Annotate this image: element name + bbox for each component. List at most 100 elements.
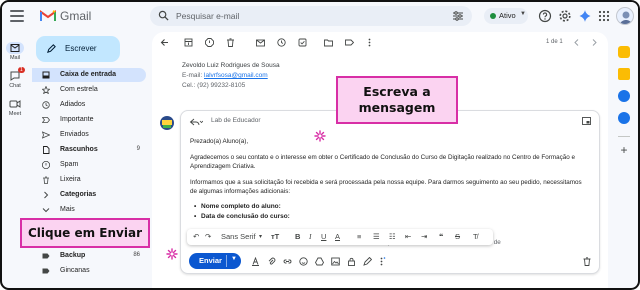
tasks-icon[interactable] <box>618 90 630 102</box>
apps-grid-icon[interactable] <box>597 9 611 23</box>
sender-avatar <box>160 116 174 130</box>
sparkle-marker-icon <box>166 248 178 260</box>
numbered-list-icon[interactable]: ☰ <box>373 232 380 242</box>
rail-item-chat[interactable]: 1 Chat <box>4 67 26 89</box>
formatting-toolbar: ↶ ↷ Sans Serif ▾ тT B I U A ≡ ☰ ☷ ⇤ ⇥ ❝ … <box>187 229 493 245</box>
insert-link-icon[interactable] <box>283 257 292 266</box>
move-to-icon[interactable] <box>324 38 333 47</box>
body-paragraph-2[interactable]: Informamos que a sua solicitação foi rec… <box>190 179 590 196</box>
text-color-icon[interactable]: A <box>335 232 340 242</box>
compose-button[interactable]: Escrever <box>36 36 120 62</box>
next-chevron-icon[interactable] <box>590 38 599 47</box>
send-button[interactable]: Enviar ▼ <box>189 253 241 269</box>
sidebar: Escrever Caixa de entrada Com estrela Ad… <box>30 32 150 288</box>
snooze-icon[interactable] <box>277 38 286 47</box>
delete-icon[interactable] <box>226 38 235 47</box>
font-size-icon[interactable]: тT <box>271 232 279 242</box>
help-icon[interactable] <box>538 9 552 23</box>
body-paragraph-1[interactable]: Agradecemos o seu contato e o interesse … <box>190 154 590 171</box>
popout-icon[interactable] <box>582 117 591 125</box>
prev-chevron-icon[interactable] <box>572 38 581 47</box>
emoji-icon[interactable] <box>299 257 308 266</box>
attach-file-icon[interactable] <box>267 257 276 266</box>
signature-email-line: E-mail: lalvrfsosa@gmail.com <box>182 72 268 79</box>
confidential-mode-icon[interactable] <box>347 257 356 266</box>
settings-gear-icon[interactable] <box>558 9 572 23</box>
more-options-icon[interactable] <box>377 257 386 266</box>
italic-icon[interactable]: I <box>309 232 312 242</box>
reply-recipient[interactable]: Lab de Educador <box>211 117 261 124</box>
label-tag-icon[interactable] <box>345 38 354 47</box>
signature-email-link[interactable]: lalvrfsosa@gmail.com <box>204 72 268 79</box>
undo-icon[interactable]: ↶ <box>193 232 199 242</box>
rail-item-mail[interactable]: Mail <box>4 42 26 61</box>
archive-icon[interactable] <box>184 38 193 47</box>
profile-picture-icon <box>619 11 633 24</box>
compose-label: Escrever <box>65 44 97 53</box>
signature-pen-icon[interactable] <box>363 257 372 266</box>
add-task-icon[interactable] <box>298 38 307 47</box>
report-spam-icon[interactable] <box>205 38 214 47</box>
trash-icon <box>43 176 49 184</box>
signature-phone: Cel.: (92) 99232-8105 <box>182 82 246 89</box>
insert-photo-icon[interactable] <box>331 257 340 266</box>
bulleted-list-icon[interactable]: ☷ <box>389 232 396 242</box>
more-vert-icon[interactable] <box>365 38 374 47</box>
pager-text: 1 de 1 <box>546 39 563 45</box>
quote-icon[interactable]: ❝ <box>439 232 443 242</box>
sidebar-item-starred[interactable]: Com estrela <box>32 83 146 97</box>
reply-type-icon[interactable] <box>189 118 203 126</box>
sidebar-item-snoozed[interactable]: Adiados <box>32 98 146 112</box>
search-bar[interactable]: Pesquisar e-mail <box>150 6 472 26</box>
backup-count: 86 <box>133 252 140 258</box>
sidebar-label-backup[interactable]: Backup 86 <box>32 249 146 263</box>
contacts-icon[interactable] <box>618 112 630 124</box>
back-arrow-icon[interactable] <box>160 38 169 47</box>
hamburger-menu-icon[interactable] <box>10 10 24 22</box>
sidebar-label-drafts: Rascunhos <box>60 146 98 153</box>
google-drive-icon[interactable] <box>315 257 324 266</box>
sidebar-item-important[interactable]: Importante <box>32 113 146 127</box>
sidebar-item-categories[interactable]: Categorias <box>32 188 146 202</box>
calendar-icon[interactable] <box>618 46 630 58</box>
sidebar-item-sent[interactable]: Enviados <box>32 128 146 142</box>
align-icon[interactable]: ≡ <box>357 232 361 242</box>
formatting-options-icon[interactable] <box>251 257 260 266</box>
status-selector[interactable]: Ativo ▼ <box>484 8 528 24</box>
sidebar-item-drafts[interactable]: Rascunhos 9 <box>32 143 146 157</box>
indent-less-icon[interactable]: ⇤ <box>405 232 411 242</box>
redo-icon[interactable]: ↷ <box>205 232 211 242</box>
chat-badge: 1 <box>18 67 25 73</box>
reply-composer[interactable]: Lab de Educador Prezado(a) Aluno(a), Agr… <box>180 110 600 274</box>
schedule-send-caret-icon[interactable]: ▼ <box>231 256 237 262</box>
rail-label-chat: Chat <box>9 83 21 89</box>
sidebar-item-more[interactable]: Mais <box>32 203 146 217</box>
account-avatar[interactable] <box>616 7 634 25</box>
search-icon[interactable] <box>158 10 169 21</box>
strikethrough-icon[interactable]: S <box>455 232 460 242</box>
sidebar-item-trash[interactable]: Lixeira <box>32 173 146 187</box>
search-placeholder[interactable]: Pesquisar e-mail <box>176 11 239 21</box>
keep-icon[interactable] <box>618 68 630 80</box>
font-family-select[interactable]: Sans Serif <box>221 232 256 242</box>
body-greeting[interactable]: Prezado(a) Aluno(a), <box>190 138 590 147</box>
inbox-icon <box>42 71 50 79</box>
clear-formatting-icon[interactable]: T̸ <box>473 232 478 242</box>
sidebar-label-gincanas[interactable]: Gincanas <box>32 264 146 278</box>
indent-more-icon[interactable]: ⇥ <box>421 232 427 242</box>
body-bullet-1[interactable]: Nome completo do aluno: <box>194 203 281 210</box>
bold-icon[interactable]: B <box>295 232 300 242</box>
mark-unread-icon[interactable] <box>256 38 265 47</box>
rail-label-mail: Mail <box>9 55 21 61</box>
body-bullet-2[interactable]: Data de conclusão do curso: <box>194 213 290 220</box>
sidebar-label-more: Mais <box>60 206 75 213</box>
discard-draft-icon[interactable] <box>583 257 591 266</box>
underline-icon[interactable]: U <box>321 232 326 242</box>
rail-item-meet[interactable]: Meet <box>4 98 26 117</box>
search-options-icon[interactable] <box>452 10 464 22</box>
sidebar-item-inbox[interactable]: Caixa de entrada <box>32 68 146 82</box>
draft-icon <box>43 146 50 154</box>
add-addon-icon[interactable]: + <box>618 144 630 156</box>
gemini-sparkle-icon[interactable] <box>578 9 592 23</box>
sidebar-item-spam[interactable]: Spam <box>32 158 146 172</box>
